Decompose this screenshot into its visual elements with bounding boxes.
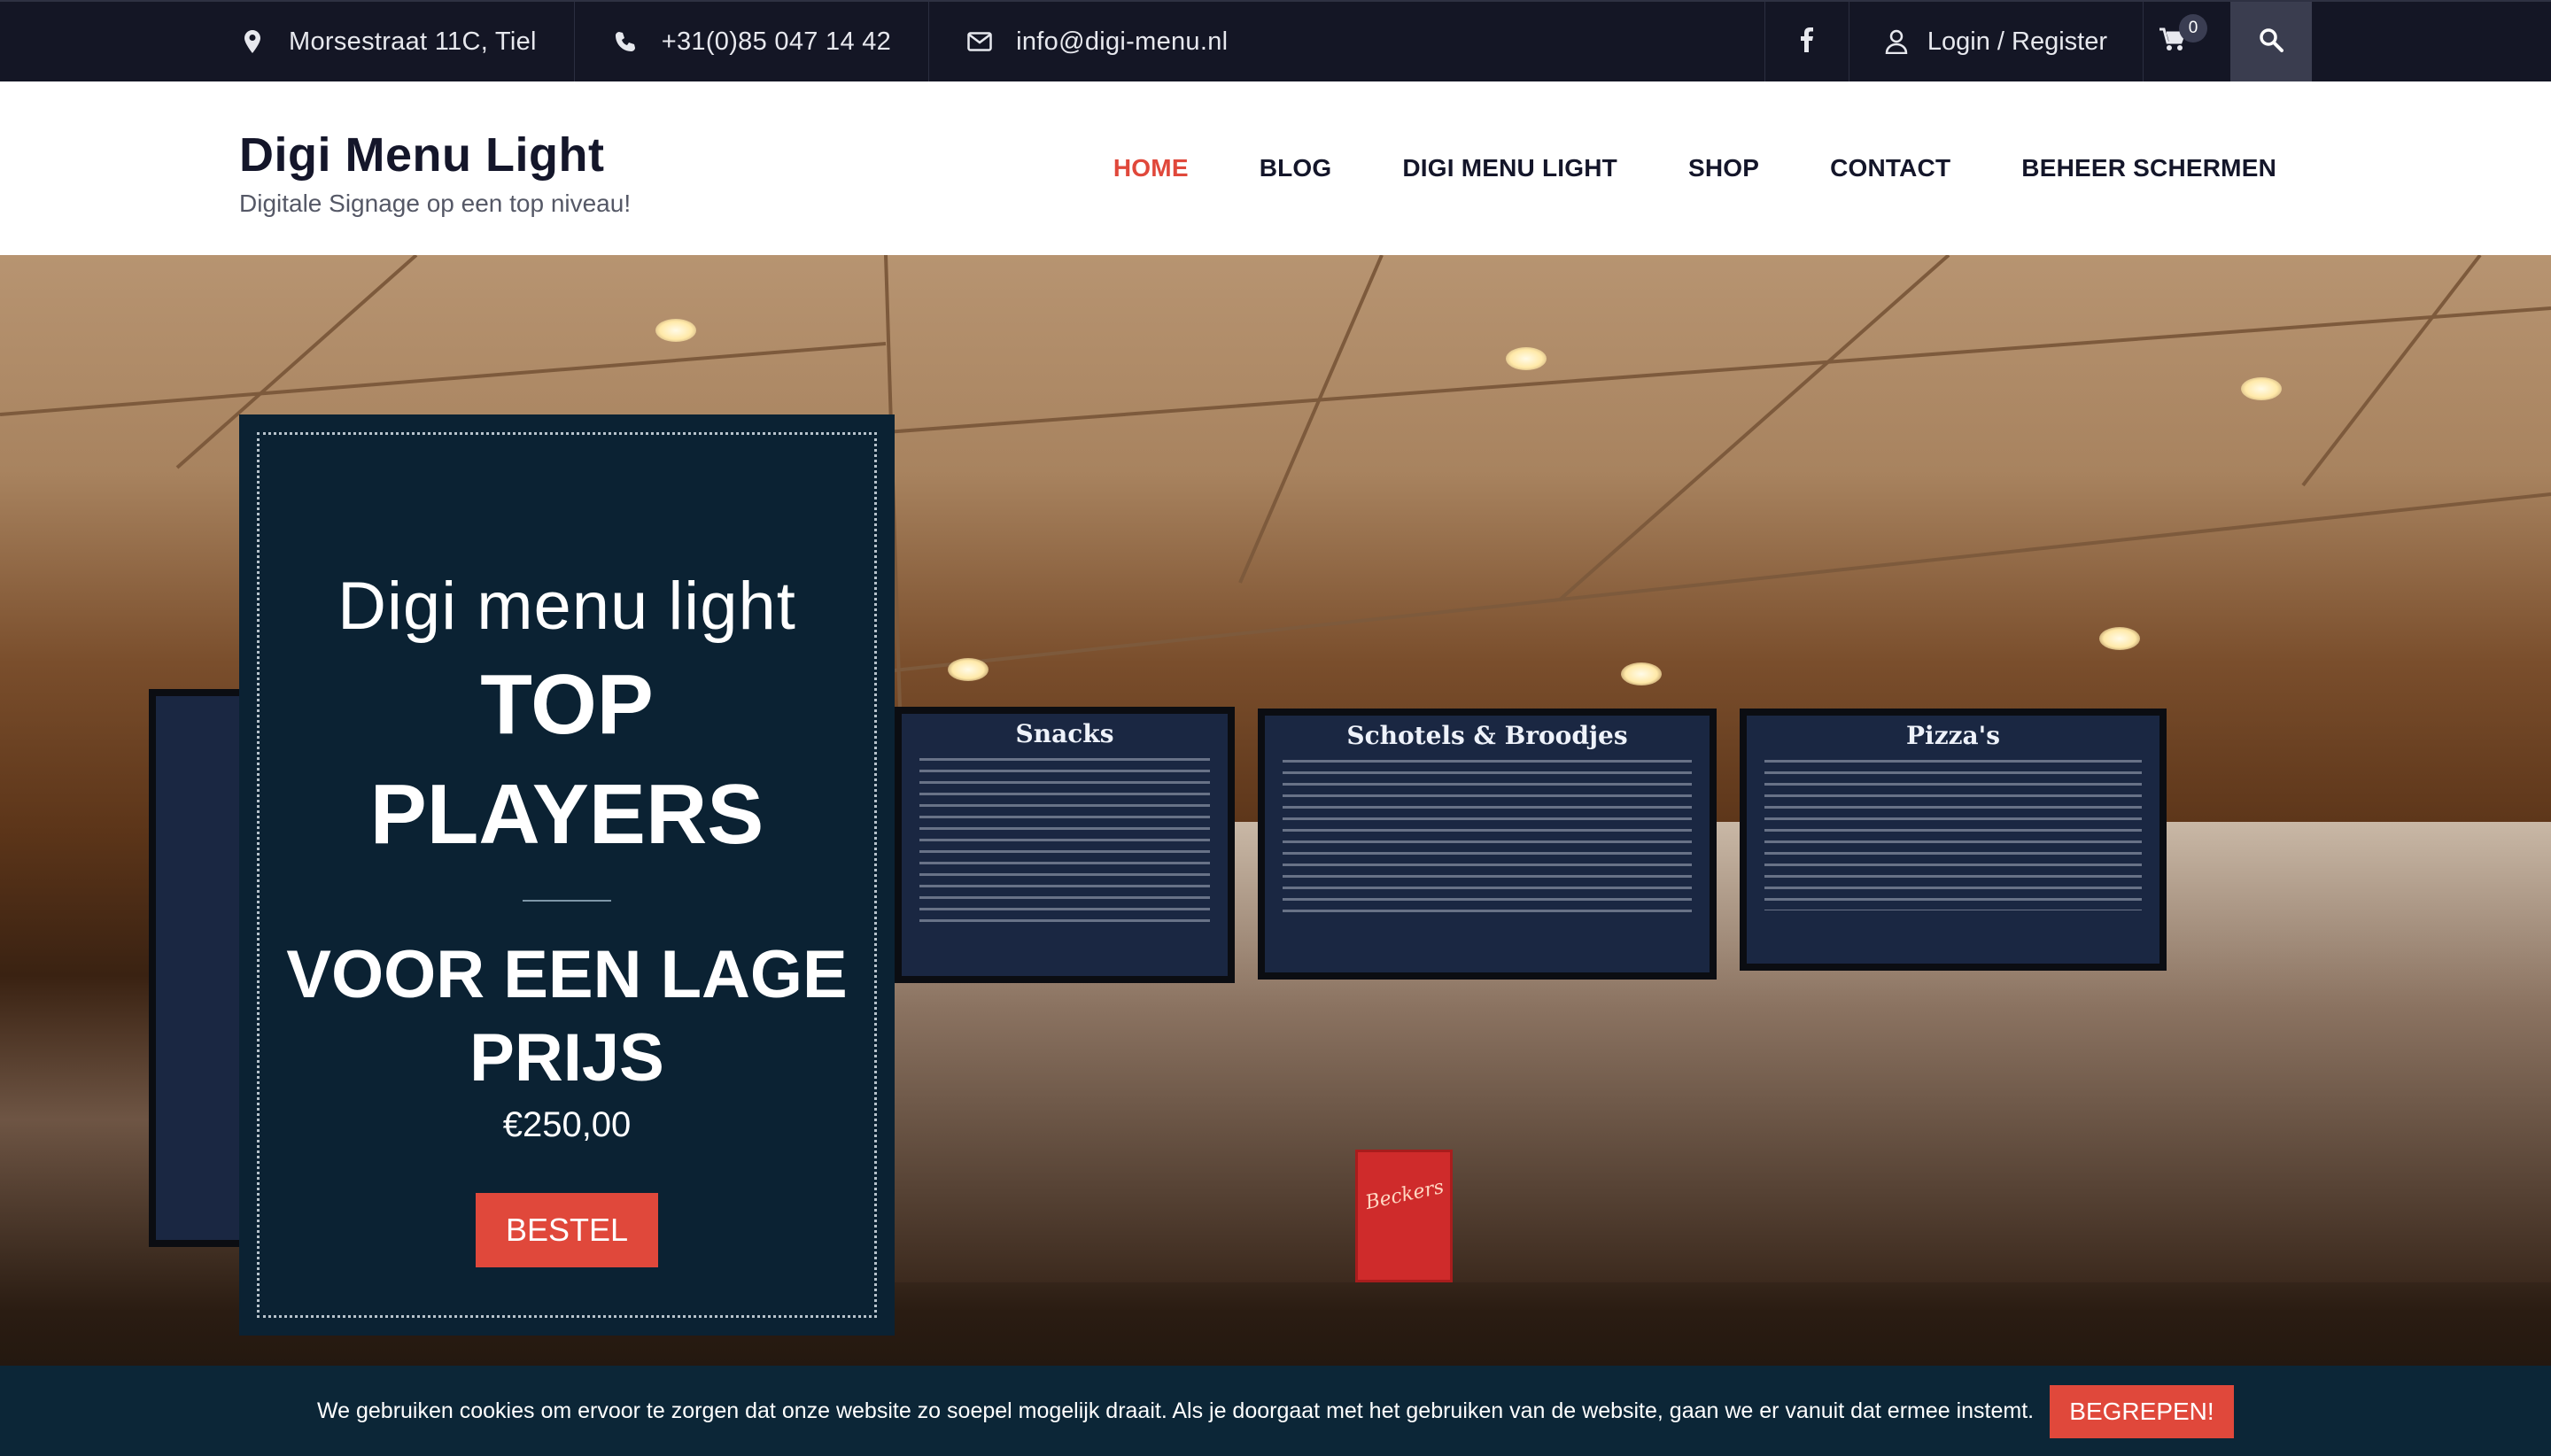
promo-title: TOP PLAYERS (260, 650, 874, 870)
login-register-link[interactable]: Login / Register (1849, 2, 2143, 81)
ceiling-light (655, 319, 696, 342)
promo-subtitle-line: VOOR EEN LAGE (286, 937, 848, 1012)
facebook-icon (1800, 27, 1813, 57)
promo-kicker: Digi menu light (337, 569, 796, 644)
brand[interactable]: Digi Menu Light Digitale Signage op een … (239, 128, 631, 218)
nav-item-shop[interactable]: SHOP (1688, 154, 1759, 182)
promo-subtitle-line: PRIJS (469, 1020, 664, 1096)
top-bar: Morsestraat 11C, Tiel +31(0)85 047 14 42… (0, 0, 2551, 81)
red-box: Beckers (1355, 1150, 1453, 1282)
nav-item-blog[interactable]: BLOG (1260, 154, 1332, 182)
map-pin-icon (239, 28, 266, 55)
phone-item[interactable]: +31(0)85 047 14 42 (612, 2, 891, 81)
cart-count-badge: 0 (2179, 14, 2207, 43)
address-text: Morsestraat 11C, Tiel (289, 27, 537, 56)
menu-screen-schotels: Schotels & Broodjes (1258, 709, 1717, 980)
site-header: Digi Menu Light Digitale Signage op een … (0, 81, 2551, 255)
phone-text[interactable]: +31(0)85 047 14 42 (662, 27, 891, 57)
cookie-bar: We gebruiken cookies om ervoor te zorgen… (0, 1366, 2551, 1456)
divider (928, 2, 930, 81)
ceiling-light (2241, 377, 2282, 400)
cookie-accept-button[interactable]: BEGREPEN! (2050, 1385, 2234, 1438)
ceiling-light (948, 658, 989, 681)
site-tagline: Digitale Signage op een top niveau! (239, 190, 632, 217)
divider (573, 2, 575, 81)
screen-title: Schotels & Broodjes (1346, 721, 1628, 750)
email-item[interactable]: info@digi-menu.nl (966, 2, 1228, 81)
nav-item-digi-menu-light[interactable]: DIGI MENU LIGHT (1402, 154, 1617, 182)
search-icon (2259, 27, 2283, 57)
menu-screen-snacks: Snacks (895, 707, 1235, 983)
screen-menu-lines (1283, 760, 1692, 919)
email-text[interactable]: info@digi-menu.nl (1016, 27, 1228, 57)
main-nav: HOME BLOG DIGI MENU LIGHT SHOP CONTACT B… (1043, 81, 2276, 255)
nav-item-home[interactable]: HOME (1113, 154, 1189, 182)
site-title[interactable]: Digi Menu Light (239, 128, 631, 182)
user-icon (1885, 29, 1908, 54)
search-button[interactable] (2230, 2, 2312, 81)
promo-card: Digi menu light TOP PLAYERS VOOR EEN LAG… (239, 414, 895, 1336)
promo-subtitle: VOOR EEN LAGE PRIJS (260, 933, 874, 1100)
address-item: Morsestraat 11C, Tiel (239, 2, 537, 81)
ceiling-light (2099, 627, 2140, 650)
nav-item-contact[interactable]: CONTACT (1830, 154, 1950, 182)
screen-title: Pizza's (1906, 721, 2000, 750)
screen-menu-lines (1764, 760, 2142, 910)
order-button[interactable]: BESTEL (476, 1193, 658, 1267)
ceiling-light (1621, 662, 1662, 685)
nav-item-beheer-schermen[interactable]: BEHEER SCHERMEN (2021, 154, 2276, 182)
contact-info: Morsestraat 11C, Tiel +31(0)85 047 14 42… (239, 2, 1228, 81)
account-area: Login / Register 0 (1764, 2, 2312, 81)
envelope-icon (966, 28, 993, 55)
login-register-text[interactable]: Login / Register (1927, 27, 2107, 57)
box-logo-text: Beckers (1363, 1175, 1446, 1215)
screen-menu-lines (919, 758, 1210, 923)
ceiling-light (1506, 347, 1547, 370)
promo-content: Digi menu light TOP PLAYERS VOOR EEN LAG… (260, 568, 874, 1267)
promo-title-line: TOP (480, 657, 654, 752)
promo-price: €250,00 (502, 1105, 632, 1144)
phone-icon (612, 28, 639, 55)
menu-screen-pizzas: Pizza's (1740, 709, 2167, 971)
facebook-link[interactable] (1765, 2, 1849, 81)
promo-title-line: PLAYERS (369, 767, 764, 862)
cart-button[interactable]: 0 (2144, 2, 2207, 81)
screen-title: Snacks (1015, 719, 1114, 748)
promo-dotted-frame: Digi menu light TOP PLAYERS VOOR EEN LAG… (257, 432, 877, 1318)
cookie-message: We gebruiken cookies om ervoor te zorgen… (317, 1398, 2035, 1423)
promo-divider (523, 900, 611, 902)
